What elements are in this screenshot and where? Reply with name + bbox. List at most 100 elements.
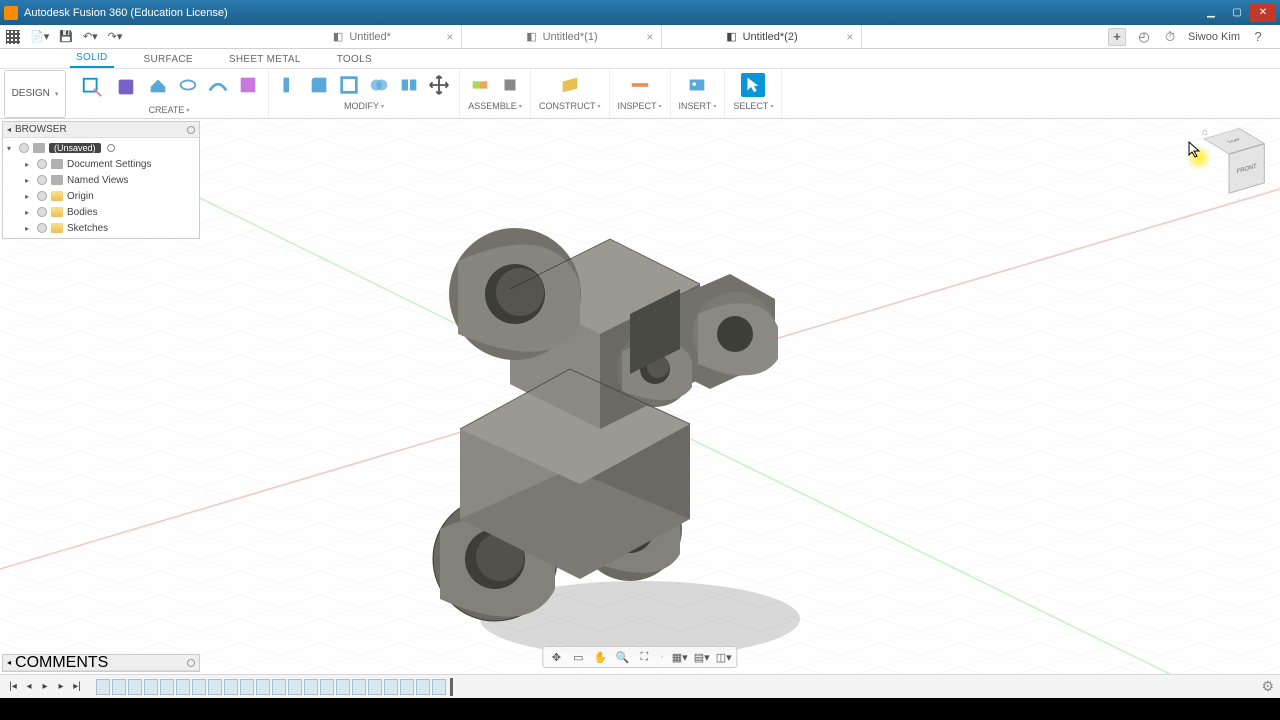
window-maximize-button[interactable]: ▢ [1224,4,1250,22]
display-settings-icon[interactable]: ▦▾ [673,650,687,664]
construct-plane-icon[interactable] [558,73,582,97]
comments-collapse-icon[interactable]: ◂ [7,658,11,667]
timeline-step[interactable] [320,679,334,695]
timeline-step[interactable] [224,679,238,695]
timeline-settings-icon[interactable]: ⚙ [1261,678,1274,695]
timeline-step[interactable] [208,679,222,695]
inspect-group-label[interactable]: INSPECT [618,101,662,111]
sweep-icon[interactable] [206,73,230,97]
construct-group-label[interactable]: CONSTRUCT [539,101,601,111]
expand-icon[interactable]: ▸ [25,224,33,233]
revolve-icon[interactable] [176,73,200,97]
new-tab-button[interactable]: + [1108,28,1126,46]
user-name[interactable]: Siwoo Kim [1188,31,1240,43]
select-group-label[interactable]: SELECT [733,101,773,111]
timeline-step[interactable] [192,679,206,695]
shell-icon[interactable] [337,73,361,97]
timeline-step[interactable] [256,679,270,695]
save-icon[interactable]: 💾 [59,30,73,43]
timeline-step[interactable] [384,679,398,695]
ribbon-tab[interactable]: TOOLS [331,51,378,68]
window-minimize-button[interactable]: ▁ [1198,4,1224,22]
assemble-joint-icon[interactable] [468,73,492,97]
pan-icon[interactable]: ✋ [593,650,607,664]
grid-settings-icon[interactable]: ▤▾ [695,650,709,664]
browser-settings-icon[interactable] [187,126,195,134]
browser-root-row[interactable]: ▾ (Unsaved) [3,140,199,156]
browser-item[interactable]: ▸Origin [3,188,199,204]
timeline-step[interactable] [112,679,126,695]
visibility-toggle-icon[interactable] [37,223,47,233]
browser-item[interactable]: ▸Document Settings [3,156,199,172]
insert-decal-icon[interactable] [685,73,709,97]
close-icon[interactable]: × [446,30,453,44]
viewcube[interactable]: FRONT RIGHT TOP [1216,136,1252,187]
redo-icon[interactable]: ↷▾ [108,30,123,43]
window-close-button[interactable]: ✕ [1250,4,1276,22]
combine-icon[interactable] [367,73,391,97]
timeline-back-icon[interactable]: ◂ [22,680,36,694]
timeline-step[interactable] [400,679,414,695]
loft-icon[interactable] [236,73,260,97]
timeline-step[interactable] [144,679,158,695]
browser-collapse-icon[interactable]: ◂ [7,125,11,134]
expand-icon[interactable]: ▸ [25,176,33,185]
expand-icon[interactable]: ▸ [25,160,33,169]
visibility-toggle-icon[interactable] [37,207,47,217]
fit-icon[interactable]: ⛶ [637,650,651,664]
job-status-icon[interactable]: ⏱ [1162,29,1178,45]
create-group-label[interactable]: CREATE [149,105,190,115]
split-icon[interactable] [397,73,421,97]
assemble-rigid-icon[interactable] [498,73,522,97]
ribbon-tab[interactable]: SOLID [70,49,114,68]
inspect-measure-icon[interactable] [628,73,652,97]
timeline-step[interactable] [336,679,350,695]
look-at-icon[interactable]: ▭ [571,650,585,664]
file-menu-icon[interactable]: 📄▾ [30,30,49,43]
browser-item[interactable]: ▸Named Views [3,172,199,188]
orbit-icon[interactable]: ✥ [549,650,563,664]
data-panel-icon[interactable] [6,30,20,44]
create-form-icon[interactable] [112,73,140,101]
visibility-toggle-icon[interactable] [37,175,47,185]
timeline-step[interactable] [416,679,430,695]
comments-settings-icon[interactable] [187,659,195,667]
browser-item[interactable]: ▸Bodies [3,204,199,220]
timeline-step[interactable] [96,679,110,695]
fillet-icon[interactable] [307,73,331,97]
modify-group-label[interactable]: MODIFY [344,101,384,111]
viewcube-home-icon[interactable]: ⌂ [1202,127,1208,138]
timeline-step[interactable] [160,679,174,695]
ribbon-tab[interactable]: SURFACE [138,51,199,68]
extensions-icon[interactable]: ◴ [1136,29,1152,45]
timeline-step[interactable] [128,679,142,695]
expand-icon[interactable]: ▸ [25,208,33,217]
timeline-step[interactable] [288,679,302,695]
timeline-step[interactable] [368,679,382,695]
timeline-forward-icon[interactable]: ▸ [54,680,68,694]
extrude-icon[interactable] [146,73,170,97]
select-icon[interactable] [741,73,765,97]
document-tab[interactable]: ◧Untitled*(2)× [662,25,862,48]
assemble-group-label[interactable]: ASSEMBLE [468,101,522,111]
document-tab[interactable]: ◧Untitled*(1)× [462,25,662,48]
timeline-step[interactable] [304,679,318,695]
visibility-toggle-icon[interactable] [37,191,47,201]
timeline-end-icon[interactable]: ▸| [70,680,84,694]
document-tab[interactable]: ◧Untitled*× [262,25,462,48]
expand-icon[interactable]: ▸ [25,192,33,201]
timeline-step[interactable] [176,679,190,695]
create-sketch-icon[interactable] [78,73,106,101]
help-icon[interactable]: ? [1250,29,1266,45]
close-icon[interactable]: × [646,30,653,44]
browser-item[interactable]: ▸Sketches [3,220,199,236]
viewport-settings-icon[interactable]: ◫▾ [717,650,731,664]
press-pull-icon[interactable] [277,73,301,97]
3d-model[interactable] [380,159,860,674]
zoom-icon[interactable]: 🔍 [615,650,629,664]
3d-viewport[interactable]: ◂ BROWSER ▾ (Unsaved) ▸Document Settings… [0,119,1280,674]
insert-group-label[interactable]: INSERT [679,101,717,111]
close-icon[interactable]: × [846,30,853,44]
move-icon[interactable] [427,73,451,97]
timeline-play-icon[interactable]: ▸ [38,680,52,694]
